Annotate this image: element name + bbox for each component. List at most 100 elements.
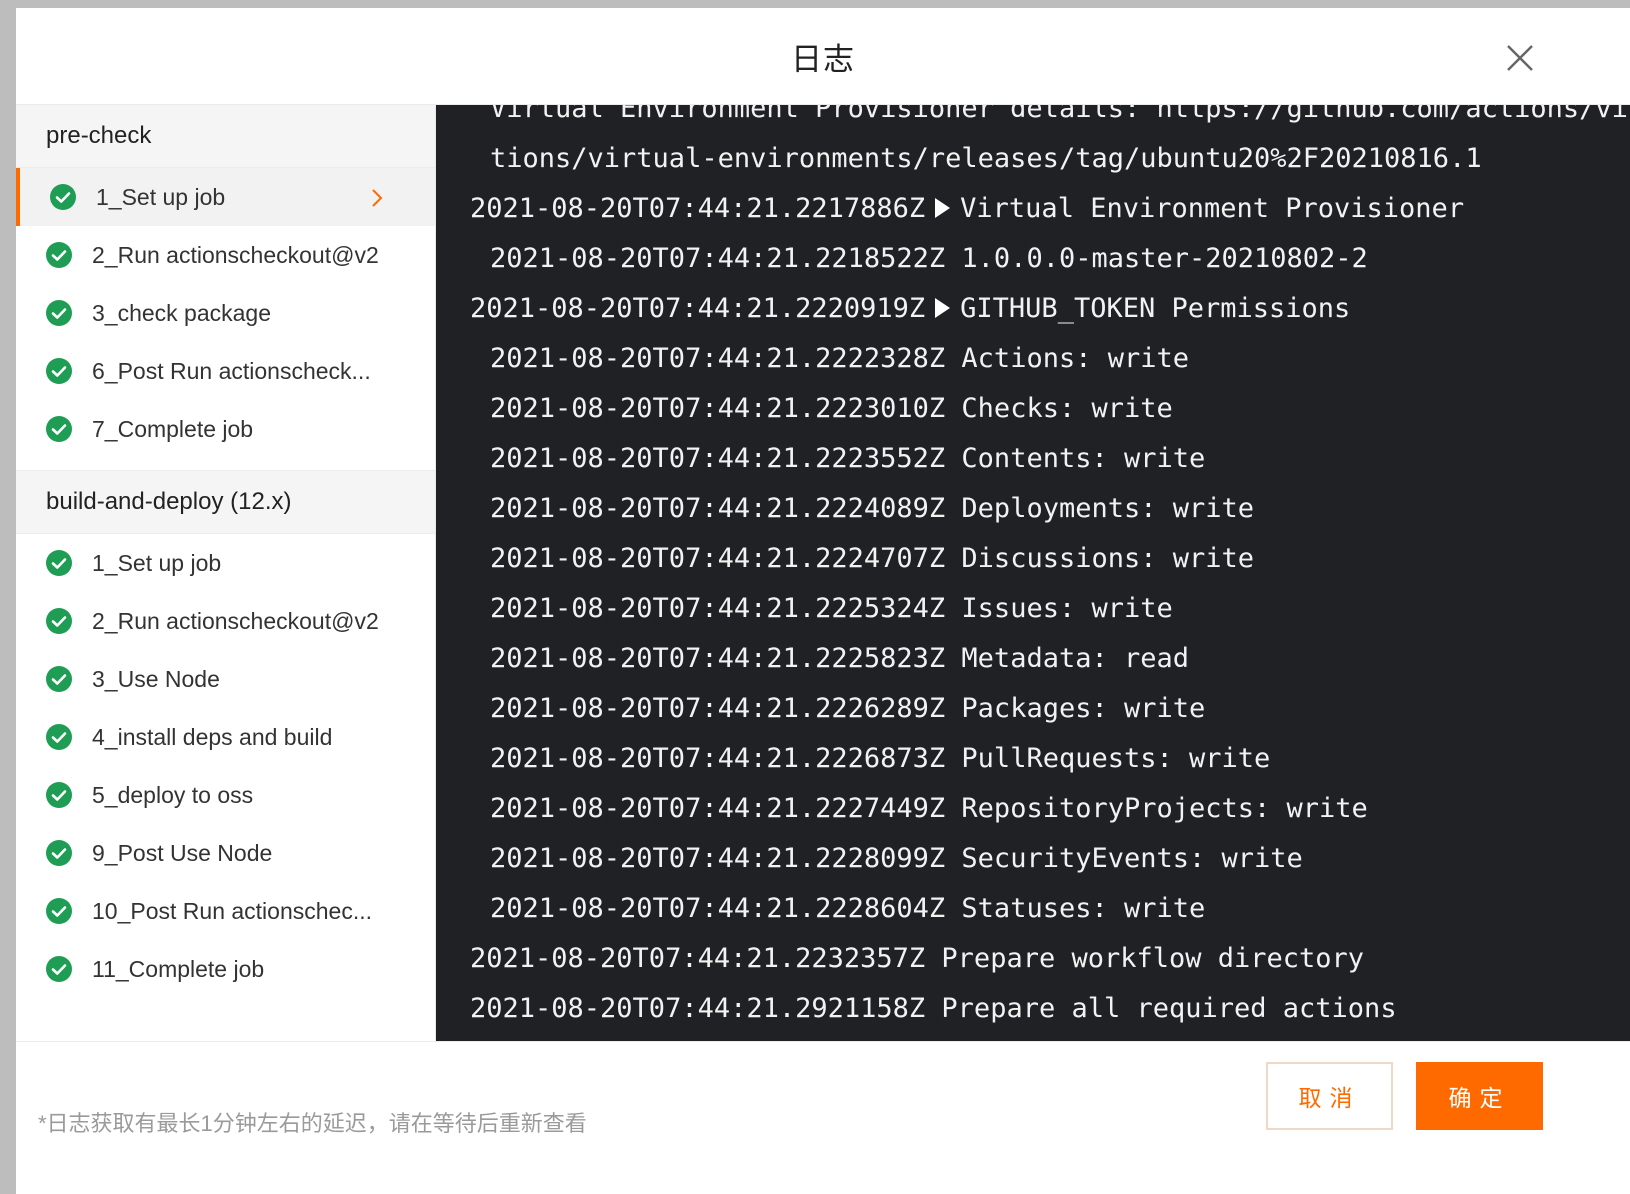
step-item[interactable]: 3_Use Node	[16, 650, 435, 708]
log-timestamp: 2021-08-20T07:44:21.2223010Z	[490, 393, 946, 424]
step-label: 1_Set up job	[92, 549, 222, 576]
log-text: SecurityEvents: write	[961, 843, 1303, 874]
log-timestamp: 2021-08-20T07:44:21.2224089Z	[490, 493, 946, 524]
step-label: 11_Complete job	[92, 955, 265, 982]
log-line: 2021-08-20T07:44:21.2222328Z Actions: wr…	[436, 334, 1630, 384]
log-text: Discussions: write	[961, 543, 1255, 574]
step-item[interactable]: 2_Run actionscheckout@v2	[16, 226, 435, 284]
step-label: 1_Set up job	[96, 183, 226, 210]
close-icon	[1507, 45, 1533, 71]
check-circle-icon	[46, 724, 72, 750]
log-timestamp: 2021-08-20T07:44:21.2227449Z	[490, 793, 946, 824]
step-item[interactable]: 4_install deps and build	[16, 708, 435, 766]
log-text: Statuses: write	[961, 893, 1206, 924]
check-circle-icon	[46, 300, 72, 326]
log-line: 2021-08-20T07:44:21.2228604Z Statuses: w…	[436, 884, 1630, 934]
job-group-title: pre-check	[16, 105, 435, 168]
log-text: GITHUB_TOKEN Permissions	[960, 293, 1351, 324]
log-text: Deployments: write	[961, 493, 1255, 524]
log-text: Packages: write	[961, 693, 1206, 724]
log-timestamp: 2021-08-20T07:44:21.2921158Z	[470, 993, 926, 1024]
log-text: Actions: write	[961, 343, 1189, 374]
check-circle-icon	[46, 782, 72, 808]
close-button[interactable]	[1502, 40, 1538, 76]
step-item[interactable]: 1_Set up job	[16, 168, 435, 226]
check-circle-icon	[46, 550, 72, 576]
step-item[interactable]: 2_Run actionscheckout@v2	[16, 592, 435, 650]
log-timestamp: 2021-08-20T07:44:21.2228099Z	[490, 843, 946, 874]
step-list: 1_Set up job 2_Run actionscheckout@v2 3_Us…	[16, 534, 435, 998]
log-line: 2021-08-20T07:44:21.2227449Z RepositoryP…	[436, 784, 1630, 834]
log-timestamp: 2021-08-20T07:44:21.2220919Z	[470, 293, 926, 324]
check-circle-icon	[46, 898, 72, 924]
log-line: 2021-08-20T07:44:21.2225823Z Metadata: r…	[436, 634, 1630, 684]
step-label: 6_Post Run actionscheck...	[92, 357, 371, 384]
log-text: tions/virtual-environments/releases/tag/…	[490, 143, 1482, 174]
log-text: 1.0.0.0-master-20210802-2	[961, 243, 1368, 274]
log-content: Virtual Environment Provisioner details:…	[436, 105, 1630, 1041]
log-timestamp: 2021-08-20T07:44:21.2217886Z	[470, 193, 926, 224]
modal-footer: *日志获取有最长1分钟左右的延迟，请在等待后重新查看 取消 确定	[16, 1041, 1630, 1194]
log-text: Prepare all required actions	[941, 993, 1397, 1024]
step-label: 7_Complete job	[92, 415, 254, 442]
log-timestamp: 2021-08-20T07:44:21.2225324Z	[490, 593, 946, 624]
log-line: 2021-08-20T07:44:21.2220919Z GITHUB_TOKEN…	[436, 284, 1630, 334]
log-text: Prepare workflow directory	[941, 943, 1365, 974]
log-line: 2021-08-20T07:44:21.2921158Z Prepare all…	[436, 984, 1630, 1034]
log-text: PullRequests: write	[961, 743, 1271, 774]
log-line: tions/virtual-environments/releases/tag/…	[436, 134, 1630, 184]
log-line: 2021-08-20T07:44:21.2226873Z PullRequest…	[436, 734, 1630, 784]
job-steps-sidebar: pre-check 1_Set up job 2_Run actionschecko…	[16, 105, 436, 1087]
log-line: 2021-08-20T07:44:21.2228099Z SecurityEve…	[436, 834, 1630, 884]
log-line: 2021-08-20T07:44:21.2225324Z Issues: wri…	[436, 584, 1630, 634]
cancel-button[interactable]: 取消	[1266, 1062, 1393, 1130]
log-text: RepositoryProjects: write	[961, 793, 1368, 824]
step-label: 2_Run actionscheckout@v2	[92, 241, 379, 268]
log-timestamp: 2021-08-20T07:44:21.2226873Z	[490, 743, 946, 774]
step-label: 4_install deps and build	[92, 723, 333, 750]
check-circle-icon	[46, 416, 72, 442]
step-item[interactable]: 3_check package	[16, 284, 435, 342]
log-text: Checks: write	[961, 393, 1173, 424]
triangle-right-icon[interactable]	[935, 297, 951, 318]
step-item[interactable]: 7_Complete job	[16, 400, 435, 458]
check-circle-icon	[46, 666, 72, 692]
step-item[interactable]: 11_Complete job	[16, 940, 435, 998]
step-label: 3_Use Node	[92, 665, 220, 692]
log-line: 2021-08-20T07:44:21.2223552Z Contents: w…	[436, 434, 1630, 484]
step-item[interactable]: 5_deploy to oss	[16, 766, 435, 824]
job-group: pre-check 1_Set up job 2_Run actionschecko…	[16, 105, 435, 458]
log-line: 2021-08-20T07:44:21.2223010Z Checks: wri…	[436, 384, 1630, 434]
check-circle-icon	[46, 840, 72, 866]
log-timestamp: 2021-08-20T07:44:21.2226289Z	[490, 693, 946, 724]
log-timestamp: 2021-08-20T07:44:21.2222328Z	[490, 343, 946, 374]
log-line: 2021-08-20T07:44:21.2217886Z Virtual Envi…	[436, 184, 1630, 234]
log-line: 2021-08-20T07:44:21.2224707Z Discussions…	[436, 534, 1630, 584]
step-label: 10_Post Run actionschec...	[92, 897, 372, 924]
log-timestamp: 2021-08-20T07:44:21.2232357Z	[470, 943, 926, 974]
log-line: 2021-08-20T07:44:21.2218522Z 1.0.0.0-mas…	[436, 234, 1630, 284]
delay-note: *日志获取有最长1分钟左右的延迟，请在等待后重新查看	[38, 1111, 587, 1136]
log-text: Virtual Environment Provisioner details:…	[490, 105, 1630, 124]
job-group-title: build-and-deploy (12.x)	[16, 471, 435, 534]
step-item[interactable]: 10_Post Run actionschec...	[16, 882, 435, 940]
log-line: 2021-08-20T07:44:21.2224089Z Deployments…	[436, 484, 1630, 534]
check-circle-icon	[46, 956, 72, 982]
step-label: 5_deploy to oss	[92, 781, 254, 808]
job-group: build-and-deploy (12.x) 1_Set up job 2_Run…	[16, 470, 435, 998]
confirm-button[interactable]: 确定	[1416, 1062, 1543, 1130]
check-circle-icon	[50, 184, 76, 210]
step-label: 2_Run actionscheckout@v2	[92, 607, 379, 634]
log-text: Contents: write	[961, 443, 1206, 474]
log-panel[interactable]: Virtual Environment Provisioner details:…	[436, 105, 1630, 1041]
step-item[interactable]: 9_Post Use Node	[16, 824, 435, 882]
log-line: Virtual Environment Provisioner details:…	[436, 105, 1630, 134]
log-timestamp: 2021-08-20T07:44:21.2228604Z	[490, 893, 946, 924]
step-item[interactable]: 6_Post Run actionscheck...	[16, 342, 435, 400]
step-label: 9_Post Use Node	[92, 839, 273, 866]
step-item[interactable]: 1_Set up job	[16, 534, 435, 592]
triangle-right-icon[interactable]	[935, 197, 951, 218]
log-line: 2021-08-20T07:44:21.2232357Z Prepare wor…	[436, 934, 1630, 984]
log-modal: 日志 pre-check 1_Set up job 2_Run actionsche…	[16, 8, 1630, 1194]
chevron-right-icon	[372, 189, 383, 207]
